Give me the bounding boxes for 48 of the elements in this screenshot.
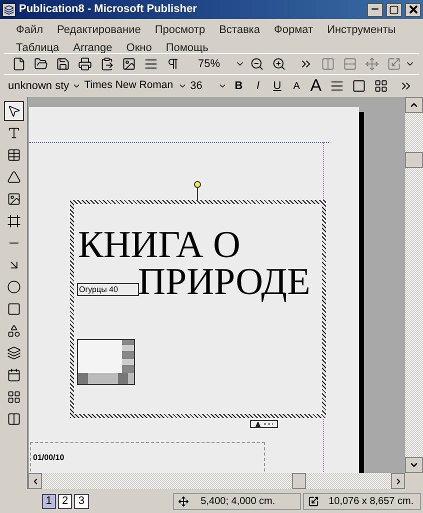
- pointer-icon[interactable]: [4, 101, 24, 121]
- position-icon: [178, 496, 189, 506]
- menu-item[interactable]: Помощь: [166, 40, 208, 56]
- menu-item[interactable]: Файл: [16, 22, 44, 38]
- zoom-field[interactable]: 75%: [184, 56, 234, 72]
- menu-item[interactable]: Вставка: [219, 22, 260, 38]
- position-field: 5,400; 4,000 cm.: [172, 492, 301, 510]
- menu-item[interactable]: Инструменты: [327, 22, 396, 38]
- menu-item[interactable]: Таблица: [16, 40, 60, 56]
- small-text-box: Огурцы 40: [77, 283, 139, 296]
- minimize-button[interactable]: [367, 2, 383, 16]
- page-tab[interactable]: 1: [42, 494, 56, 508]
- menu-item[interactable]: Arrange: [73, 40, 112, 56]
- format-button[interactable]: B: [230, 78, 247, 94]
- connect-icon: [254, 422, 274, 426]
- window-title: Publication8 - Microsoft Publisher: [19, 2, 197, 18]
- title-text: ПРИРОДЕ: [138, 264, 310, 300]
- close-button[interactable]: [405, 2, 421, 16]
- size-field: 10,076 x 8,657 cm.: [302, 492, 422, 510]
- format-button[interactable]: U: [269, 78, 286, 94]
- title-text: КНИГА О: [78, 227, 240, 263]
- text-frame[interactable]: [70, 200, 326, 418]
- picture-placeholder: [77, 339, 135, 385]
- font-size-button[interactable]: A: [308, 73, 324, 99]
- menu-item[interactable]: Редактирование: [57, 22, 141, 38]
- app-icon: [2, 2, 16, 16]
- menu-item[interactable]: Окно: [126, 40, 152, 56]
- format-button[interactable]: I: [250, 78, 266, 94]
- scroll-thumb[interactable]: [292, 473, 306, 489]
- font-field[interactable]: Times New Roman: [84, 78, 176, 94]
- horizontal-scrollbar[interactable]: [28, 473, 405, 489]
- scroll-down-icon: [409, 460, 419, 470]
- style-field[interactable]: unknown sty: [8, 78, 70, 94]
- scroll-up-icon: [409, 100, 419, 110]
- font-size-button[interactable]: A: [288, 78, 305, 94]
- menu-item[interactable]: Просмотр: [154, 22, 206, 38]
- size-icon: [308, 496, 319, 506]
- maximize-button[interactable]: [386, 2, 402, 16]
- date-text: 01/00/10: [33, 453, 64, 462]
- close-icon: [408, 5, 418, 14]
- maximize-icon: [389, 4, 399, 14]
- page-tab[interactable]: 3: [74, 494, 89, 508]
- scroll-thumb[interactable]: [405, 152, 423, 168]
- menu-item[interactable]: Формат: [274, 22, 314, 38]
- vertical-scrollbar[interactable]: [405, 97, 423, 473]
- frame-tag[interactable]: [250, 420, 278, 428]
- font-size-field[interactable]: 36: [190, 78, 216, 94]
- page-tab[interactable]: 2: [58, 494, 72, 508]
